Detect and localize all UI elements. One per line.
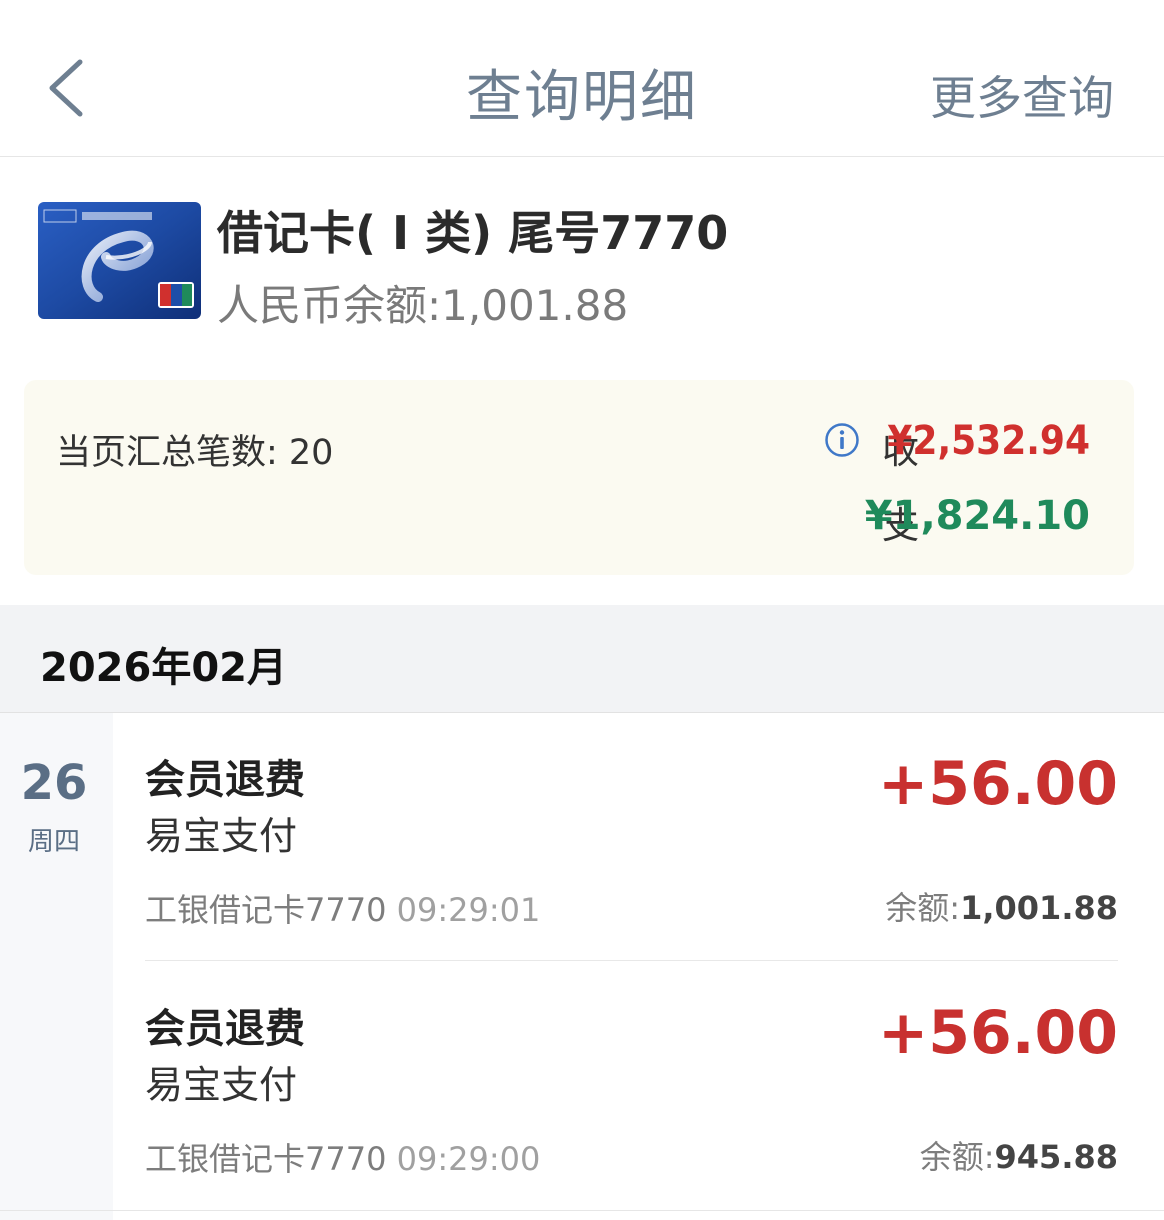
info-icon[interactable] <box>824 422 860 458</box>
transaction-merchant: 易宝支付 <box>145 814 298 858</box>
transaction-merchant: 易宝支付 <box>145 1063 298 1107</box>
date-day: 26 <box>20 755 88 811</box>
month-label: 2026年02月 <box>40 645 287 691</box>
transaction-account: 工银借记卡7770 09:29:01 <box>145 885 540 931</box>
transaction-time: 09:29:00 <box>396 1140 541 1178</box>
card-balance: 人民币余额:1,001.88 <box>217 281 629 330</box>
top-nav-bar: 查询明细 更多查询 <box>0 0 1164 157</box>
transaction-account: 工银借记卡7770 09:29:00 <box>145 1134 540 1180</box>
balance-label: 余额: <box>885 889 961 927</box>
page-summary-box: 当页汇总笔数: 20 收 ¥2,532.94 支 ¥1,824.10 <box>24 380 1134 575</box>
transaction-balance: 余额:1,001.88 <box>885 883 1118 929</box>
transaction-title: 会员退费 <box>145 757 305 803</box>
bank-card-image[interactable] <box>38 202 201 319</box>
account-card-section: 借记卡( Ⅰ 类) 尾号7770 人民币余额:1,001.88 <box>0 157 1164 377</box>
transaction-time: 09:29:01 <box>396 891 541 929</box>
transaction-row[interactable]: 会员退费 易宝支付 +56.00 工银借记卡7770 09:29:01 余额:1… <box>145 713 1118 961</box>
transaction-amount: +56.00 <box>877 998 1118 1068</box>
expense-total: ¥1,824.10 <box>864 493 1090 539</box>
icbc-card-icon <box>38 202 201 319</box>
date-weekday: 周四 <box>27 827 80 857</box>
balance-value: 1,001.88 <box>960 889 1118 927</box>
summary-count: 当页汇总笔数: 20 <box>56 433 334 473</box>
month-header: 2026年02月 <box>0 605 1164 713</box>
card-name: 借记卡( Ⅰ 类) 尾号7770 <box>217 206 729 260</box>
transaction-balance: 余额:945.88 <box>920 1132 1118 1178</box>
chevron-left-icon <box>49 59 83 117</box>
income-total: ¥2,532.94 <box>887 418 1090 464</box>
date-column: 26 周四 <box>0 713 113 1220</box>
more-query-button[interactable]: 更多查询 <box>930 62 1114 128</box>
transaction-amount: +56.00 <box>877 749 1118 819</box>
transaction-title: 会员退费 <box>145 1006 305 1052</box>
transaction-account-name: 工银借记卡7770 <box>145 891 387 929</box>
balance-value: 945.88 <box>994 1138 1118 1176</box>
transaction-account-name: 工银借记卡7770 <box>145 1140 387 1178</box>
divider <box>0 1210 1164 1211</box>
transaction-row[interactable]: 会员退费 易宝支付 +56.00 工银借记卡7770 09:29:00 余额:9… <box>145 962 1118 1210</box>
balance-label: 余额: <box>919 1138 995 1176</box>
back-button[interactable] <box>40 52 100 124</box>
